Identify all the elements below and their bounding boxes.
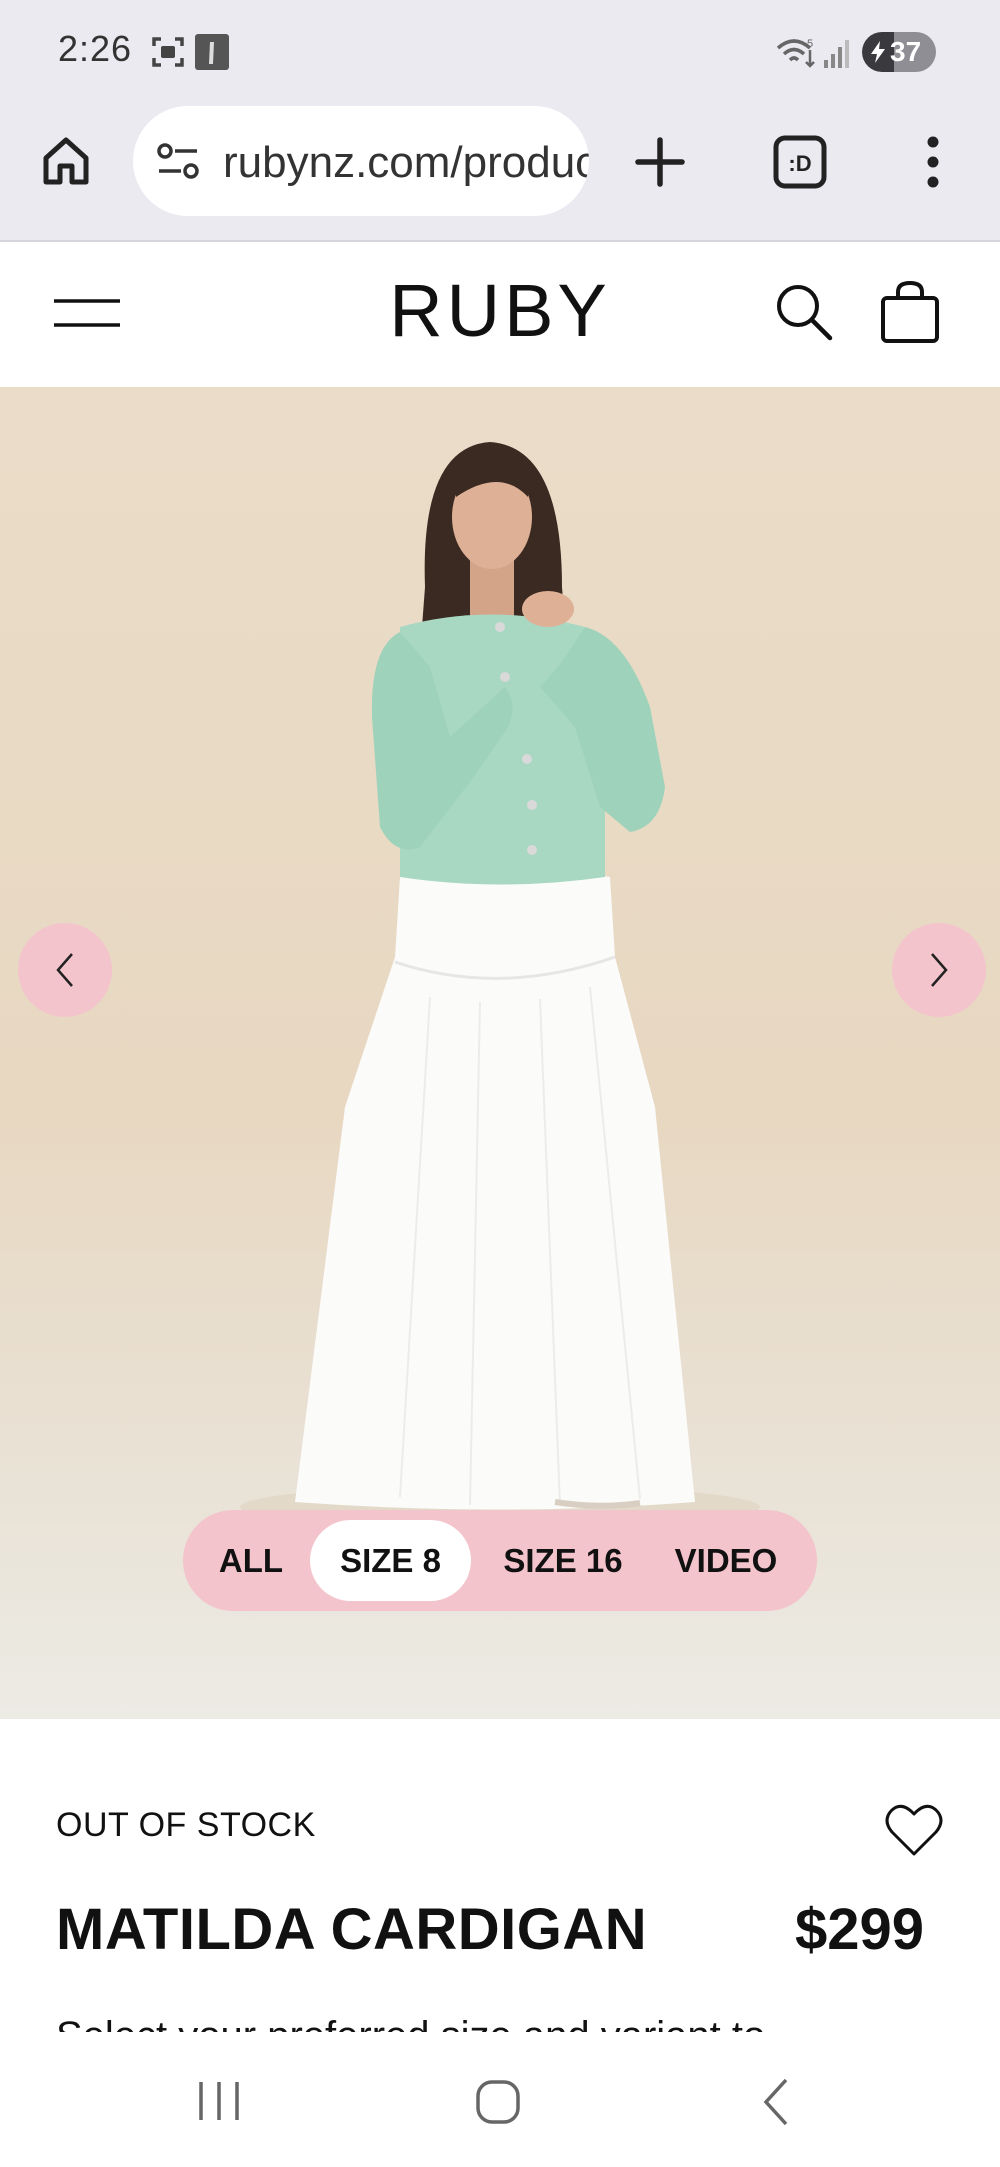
address-bar[interactable]: rubynz.com/products/matilda-cardigan — [133, 106, 589, 216]
wifi-icon: 5 — [776, 36, 818, 70]
gallery-icon — [195, 34, 229, 70]
svg-text:5: 5 — [807, 38, 813, 50]
product-price: $299 — [794, 1897, 924, 1962]
signal-icon — [822, 38, 852, 68]
battery-level: 37 — [890, 36, 922, 67]
next-image-button[interactable] — [892, 923, 986, 1017]
stock-status: OUT OF STOCK — [56, 1806, 316, 1844]
gallery-filter-bar: ALL SIZE 8 SIZE 16 VIDEO — [183, 1510, 817, 1611]
description-text: Select your preferred size and variant t… — [56, 2016, 956, 2032]
filter-all[interactable]: ALL — [201, 1510, 301, 1611]
wishlist-heart-icon[interactable] — [884, 1800, 944, 1860]
filter-size-8[interactable]: SIZE 8 — [310, 1520, 471, 1601]
screenshot-icon — [150, 34, 186, 70]
site-info-icon[interactable] — [155, 142, 205, 182]
brand-logo[interactable]: RUBY — [0, 268, 1000, 353]
more-menu-icon[interactable] — [918, 134, 948, 190]
back-icon[interactable] — [760, 2076, 792, 2128]
status-time: 2:26 — [58, 28, 133, 69]
new-tab-icon[interactable] — [632, 134, 688, 190]
filter-video[interactable]: VIDEO — [651, 1510, 801, 1611]
recent-apps-icon[interactable] — [196, 2080, 242, 2122]
url-text[interactable]: rubynz.com/products/matilda-cardigan — [223, 138, 589, 188]
product-title: MATILDA CARDIGAN — [56, 1897, 648, 1962]
svg-text::D: :D — [788, 151, 811, 176]
product-description: Select your preferred size and variant t… — [56, 2010, 956, 2032]
chevron-left-icon — [56, 953, 73, 987]
filter-size-16[interactable]: SIZE 16 — [483, 1510, 643, 1611]
search-icon[interactable] — [774, 282, 834, 342]
previous-image-button[interactable] — [18, 923, 112, 1017]
home-button-icon[interactable] — [474, 2078, 522, 2126]
chevron-right-icon — [931, 953, 948, 987]
bag-icon[interactable] — [880, 280, 940, 344]
tab-switcher-icon[interactable]: :D — [772, 134, 828, 190]
battery-icon: 37 — [862, 32, 936, 72]
home-icon[interactable] — [36, 130, 96, 190]
